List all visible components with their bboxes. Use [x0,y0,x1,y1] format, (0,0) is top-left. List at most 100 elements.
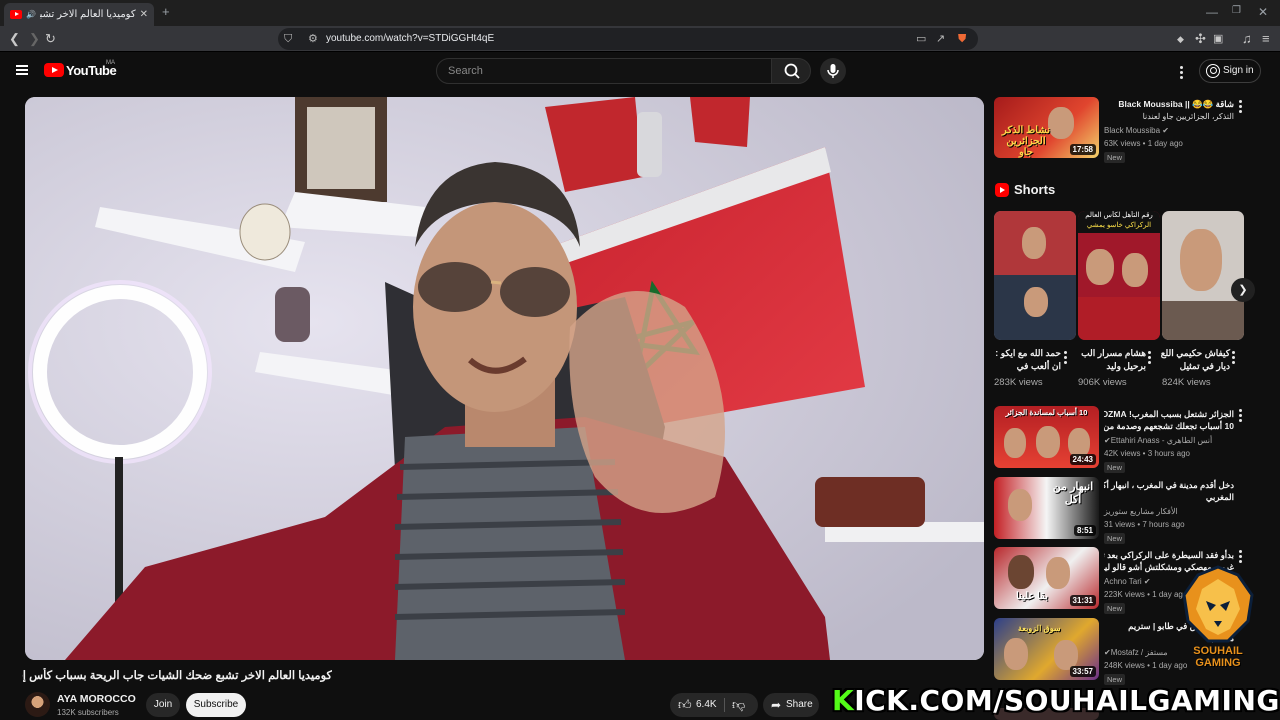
related-video-title-line2[interactable]: المغربي [1104,491,1234,503]
site-info-icon[interactable]: ⚙ [308,28,318,50]
thumbnail-face [1004,428,1026,458]
related-video-thumbnail[interactable]: بقا علينا 31:31 [994,547,1099,609]
related-video-title-line2[interactable]: التذكر، الجزائريين جاو لعندنا [1104,111,1234,123]
related-video-title-line2[interactable]: 10 أسباب تجعلك تشجعهم وصدمة من اسلهم [1104,420,1234,432]
new-badge: New [1104,603,1126,614]
share-button[interactable]: ➦ Share [763,693,819,717]
channel-avatar[interactable] [25,692,50,717]
close-window-icon[interactable]: ✕ [1258,5,1268,19]
related-video-title[interactable]: الجزائر تشتعل بسبب المغرب! DZMA شاهد [1104,408,1234,420]
thumbnail-face [1036,426,1060,458]
browser-menu-icon[interactable]: ≡ [1262,31,1270,47]
like-count[interactable]: 6.4K [696,693,717,717]
related-channel-name: Mostafz / مستفز [1110,648,1168,657]
extensions-icon[interactable]: ✣ [1195,31,1206,47]
logo-text: SOUHAIL GAMING [1176,645,1260,669]
youtube-header: YouTube MA Search Sign in [0,52,1280,92]
video-duration: 8:51 [1073,525,1096,536]
browser-toolbar: ❮ ❯ ↻ ⛉ ⚙ youtube.com/watch?v=STDiGGHt4q… [0,26,1280,52]
url-text: youtube.com/watch?v=STDiGGHt4qE [326,33,495,44]
thumbnail-face [1086,249,1114,285]
short-thumbnail[interactable] [1162,211,1244,340]
minimize-icon[interactable]: — [1206,5,1218,19]
related-video-title[interactable]: دخل أقدم مدينة في المغرب ، انبهار أكل [1104,479,1234,491]
sidebar-toggle-icon[interactable]: ▣ [1213,31,1223,47]
join-button[interactable]: Join [146,693,180,717]
wallet-icon[interactable]: ◆ [1177,31,1184,47]
short-title[interactable]: هشام مسرار الب برحيل وليد [1076,347,1146,373]
short-options-icon[interactable] [1232,351,1235,366]
shorts-heading: Shorts [1014,182,1056,197]
short-options-icon[interactable] [1064,351,1067,366]
short-thumbnail[interactable]: رقم التأهل لكأس العالم الركراكي خاسو يمشي [1078,211,1160,340]
browser-tab[interactable]: 🔊 كوميديا العالم الاخر تشبع ضحك ✕ [4,3,154,26]
kick-url-text: ICK.COM/SOUHAILGAMING [854,684,1280,717]
sign-in-button[interactable]: Sign in [1199,59,1261,83]
voice-search-button[interactable] [820,58,846,84]
youtube-favicon-icon [10,10,22,19]
reload-icon[interactable]: ↻ [45,31,56,47]
settings-menu-icon[interactable] [1180,66,1183,81]
like-dislike-group: 👍︎ 6.4K 👎︎ [670,693,758,717]
subscribe-button[interactable]: Subscribe [186,693,246,717]
search-button[interactable] [771,58,811,84]
audio-playing-icon[interactable]: 🔊 [26,10,36,19]
like-icon[interactable]: 👍︎ [678,693,692,717]
restore-icon[interactable]: ❐ [1232,5,1241,16]
cast-icon[interactable]: ▭ [916,28,926,50]
brave-shield-icon[interactable]: ⛊ [958,28,966,50]
like-divider [724,698,725,712]
video-player[interactable] [25,97,984,660]
thumbnail-face [1004,638,1028,670]
related-video-channel[interactable]: Achno Tari ✔ [1104,577,1151,586]
related-video-title[interactable]: بدأو فقد السيطرة على الركراكي بعد تعادل [1104,549,1234,561]
account-icon [1206,64,1220,78]
related-video-thumbnail[interactable]: سوق الزوبعة 33:57 [994,618,1099,680]
related-video-thumbnail[interactable]: 10 أسباب لمساندة الجزائر 24:43 [994,406,1099,468]
related-video-channel[interactable]: ✔Mostafz / مستفز [1104,648,1168,657]
short-thumbnail[interactable] [994,211,1076,340]
media-icon[interactable]: ♫ [1242,31,1252,47]
related-video-thumbnail[interactable]: نشاط الذكر الجزائرين جاو 17:58 [994,97,1099,158]
logo-line1: SOUHAIL [1193,645,1243,657]
forward-icon[interactable]: ❯ [29,31,40,47]
chevron-right-icon: ❯ [1238,284,1248,296]
share-page-icon[interactable]: ↗ [936,28,945,50]
search-icon [784,63,800,79]
video-options-icon[interactable] [1239,550,1242,565]
youtube-logo-icon[interactable] [44,63,64,77]
kick-k-letter: K [832,684,855,717]
related-video-channel[interactable]: ✔Ettahiri Anass - أنس الطاهري [1104,436,1212,445]
new-tab-icon[interactable]: + [162,4,170,19]
dislike-icon[interactable]: 👎︎ [732,693,745,717]
short-options-icon[interactable] [1148,351,1151,366]
menu-icon[interactable] [16,65,28,75]
new-badge: New [1104,152,1126,163]
bookmark-icon[interactable]: ⛉ [284,28,292,50]
thumbnail-face [1024,287,1048,317]
thumbnail-text: نشاط الذكر الجزائرين جاو [1001,125,1051,158]
related-video-channel[interactable]: الأفكار مشاريع ستوريز [1104,507,1178,516]
back-icon[interactable]: ❮ [9,31,20,47]
related-video-thumbnail[interactable]: انبهار من أكل 8:51 [994,477,1099,539]
souhail-gaming-logo: SOUHAIL GAMING [1176,565,1260,677]
related-video-title[interactable]: شاقة 😂😂 || Black Moussiba [1104,98,1234,110]
thumbnail-panel [1162,301,1244,340]
channel-name[interactable]: AYA MOROCCO [57,693,136,705]
share-label: Share [786,699,813,710]
address-bar[interactable]: ⛉ ⚙ youtube.com/watch?v=STDiGGHt4qE ▭ ↗ … [278,28,978,50]
video-options-icon[interactable] [1239,409,1242,424]
close-tab-icon[interactable]: ✕ [140,9,148,20]
thumbnail-text: بقا علينا [1016,591,1049,602]
shorts-next-button[interactable]: ❯ [1231,278,1255,302]
search-input[interactable]: Search [436,58,772,84]
lion-logo-icon [1182,565,1254,643]
short-title[interactable]: حمد الله مع ايكو : ان ألعب في [991,347,1061,373]
related-video-channel[interactable]: Black Moussiba ✔ [1104,126,1169,135]
short-title[interactable]: كيفاش حكيمي اللع ديار في تمثيل [1160,347,1230,373]
related-video-meta: 31 views • 7 hours ago [1104,520,1185,529]
thumbnail-text: 10 أسباب لمساندة الجزائر [1005,408,1088,417]
shorts-icon [995,183,1009,197]
short-banner-text: رقم التأهل لكأس العالم [1085,212,1153,219]
video-options-icon[interactable] [1239,100,1242,115]
